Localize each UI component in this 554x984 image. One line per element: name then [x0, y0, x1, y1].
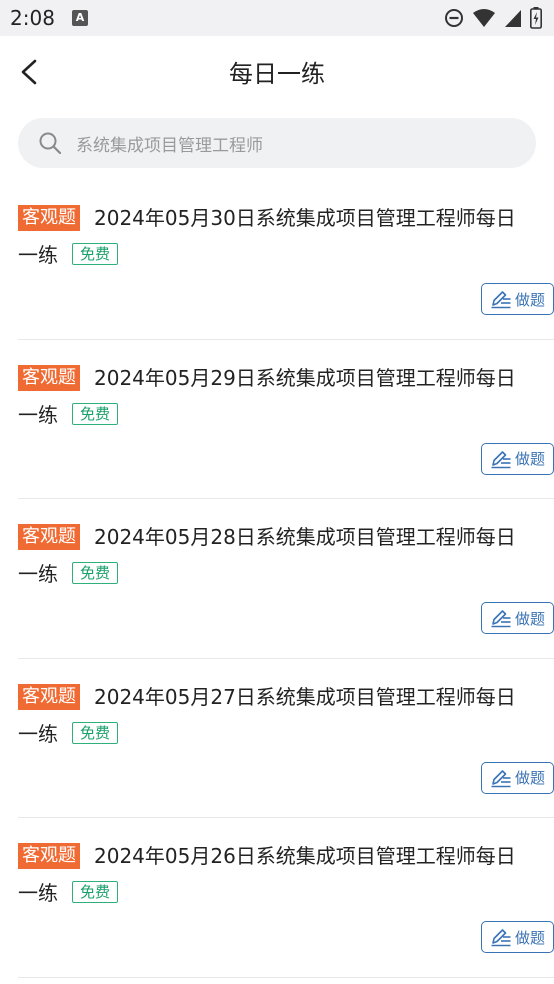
- do-exercise-label: 做题: [514, 769, 545, 787]
- do-exercise-label: 做题: [514, 928, 545, 947]
- objective-tag: 客观题: [18, 524, 80, 550]
- do-exercise-label: 做题: [514, 290, 545, 309]
- do-not-disturb-icon: [445, 9, 463, 27]
- list-item[interactable]: 客观题 2024年05月28日系统集成项目管理工程师每日一练 免费 做题: [18, 499, 554, 659]
- do-exercise-button[interactable]: 做题: [481, 442, 554, 475]
- search-icon: [39, 132, 62, 155]
- wifi-icon: [473, 9, 495, 27]
- list-item[interactable]: 客观题 2024年05月27日系统集成项目管理工程师每日一练 免费 做题: [18, 659, 554, 818]
- free-badge: 免费: [72, 402, 119, 425]
- practice-list: 客观题 2024年05月30日系统集成项目管理工程师每日一练 免费 做题 客观题 20…: [0, 180, 554, 978]
- pen-list-icon: [491, 610, 511, 628]
- status-icons: [444, 7, 542, 29]
- status-time: 2:08: [10, 6, 55, 30]
- signal-icon: [505, 10, 521, 27]
- pen-list-icon: [491, 929, 511, 947]
- do-exercise-button[interactable]: 做题: [481, 921, 554, 953]
- list-item[interactable]: 客观题 2024年05月29日系统集成项目管理工程师每日一练 免费 做题: [18, 340, 554, 499]
- objective-tag: 客观题: [18, 205, 80, 231]
- objective-tag: 客观题: [18, 364, 80, 391]
- objective-tag: 客观题: [18, 843, 80, 869]
- item-title: 客观题 2024年05月27日系统集成项目管理工程师每日一练 免费: [18, 679, 532, 753]
- pen-list-icon: [491, 769, 511, 787]
- do-exercise-button[interactable]: 做题: [481, 761, 554, 794]
- do-exercise-button[interactable]: 做题: [481, 283, 554, 315]
- search-input[interactable]: 系统集成项目管理工程师: [18, 118, 536, 168]
- free-badge: 免费: [72, 881, 119, 903]
- free-badge: 免费: [72, 243, 119, 265]
- objective-tag: 客观题: [18, 683, 80, 710]
- do-exercise-label: 做题: [514, 450, 545, 468]
- item-title: 客观题 2024年05月30日系统集成项目管理工程师每日一练 免费: [18, 200, 532, 274]
- do-exercise-label: 做题: [514, 609, 545, 628]
- free-badge: 免费: [72, 721, 119, 744]
- header: 每日一练: [0, 36, 554, 108]
- item-title: 客观题 2024年05月28日系统集成项目管理工程师每日一练 免费: [18, 519, 532, 593]
- list-item[interactable]: 客观题 2024年05月30日系统集成项目管理工程师每日一练 免费 做题: [18, 180, 554, 340]
- battery-charging-icon: [530, 7, 542, 29]
- do-exercise-button[interactable]: 做题: [481, 602, 554, 634]
- search-placeholder: 系统集成项目管理工程师: [76, 136, 263, 156]
- status-bar: 2:08 A: [0, 0, 554, 36]
- free-badge: 免费: [72, 562, 119, 584]
- item-title: 客观题 2024年05月26日系统集成项目管理工程师每日一练 免费: [18, 838, 532, 912]
- pen-list-icon: [491, 291, 511, 309]
- pen-list-icon: [491, 450, 511, 468]
- page-title: 每日一练: [229, 60, 325, 88]
- accessibility-a-icon: A: [72, 10, 88, 26]
- item-title: 客观题 2024年05月29日系统集成项目管理工程师每日一练 免费: [18, 360, 532, 434]
- list-item[interactable]: 客观题 2024年05月26日系统集成项目管理工程师每日一练 免费 做题: [18, 818, 554, 978]
